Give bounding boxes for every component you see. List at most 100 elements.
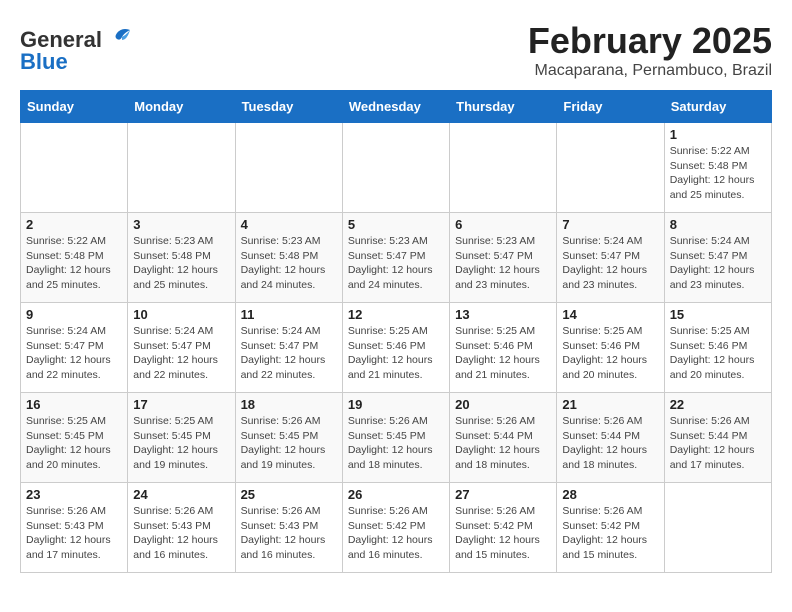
calendar-cell: 22 Sunrise: 5:26 AM Sunset: 5:44 PM Dayli… bbox=[664, 393, 771, 483]
day-number: 4 bbox=[241, 217, 337, 232]
calendar-cell: 10Sunrise: 5:24 AM Sunset: 5:47 PM Dayli… bbox=[128, 303, 235, 393]
calendar-cell: 6 Sunrise: 5:23 AM Sunset: 5:47 PM Daylig… bbox=[450, 213, 557, 303]
day-info: Sunrise: 5:25 AM Sunset: 5:45 PM Dayligh… bbox=[133, 414, 229, 473]
day-number: 13 bbox=[455, 307, 551, 322]
calendar-header-wednesday: Wednesday bbox=[342, 91, 449, 123]
logo-bird-icon bbox=[102, 25, 132, 55]
calendar-cell bbox=[664, 483, 771, 573]
calendar-cell: 17Sunrise: 5:25 AM Sunset: 5:45 PM Dayli… bbox=[128, 393, 235, 483]
day-info: Sunrise: 5:24 AM Sunset: 5:47 PM Dayligh… bbox=[133, 324, 229, 383]
day-number: 23 bbox=[26, 487, 122, 502]
day-info: Sunrise: 5:23 AM Sunset: 5:47 PM Dayligh… bbox=[455, 234, 551, 293]
day-number: 21 bbox=[562, 397, 658, 412]
day-info: Sunrise: 5:26 AM Sunset: 5:44 PM Dayligh… bbox=[670, 414, 766, 473]
day-number: 1 bbox=[670, 127, 766, 142]
day-number: 8 bbox=[670, 217, 766, 232]
day-info: Sunrise: 5:24 AM Sunset: 5:47 PM Dayligh… bbox=[241, 324, 337, 383]
calendar-cell: 19 Sunrise: 5:26 AM Sunset: 5:45 PM Dayli… bbox=[342, 393, 449, 483]
day-number: 14 bbox=[562, 307, 658, 322]
calendar-header-monday: Monday bbox=[128, 91, 235, 123]
day-info: Sunrise: 5:26 AM Sunset: 5:43 PM Dayligh… bbox=[133, 504, 229, 563]
logo: General Blue bbox=[20, 25, 132, 75]
day-number: 24 bbox=[133, 487, 229, 502]
calendar-header-row: SundayMondayTuesdayWednesdayThursdayFrid… bbox=[21, 91, 772, 123]
calendar-cell: 12 Sunrise: 5:25 AM Sunset: 5:46 PM Dayli… bbox=[342, 303, 449, 393]
calendar-week-row: 1Sunrise: 5:22 AM Sunset: 5:48 PM Daylig… bbox=[21, 123, 772, 213]
day-number: 25 bbox=[241, 487, 337, 502]
calendar-week-row: 23 Sunrise: 5:26 AM Sunset: 5:43 PM Dayli… bbox=[21, 483, 772, 573]
day-number: 6 bbox=[455, 217, 551, 232]
calendar-cell bbox=[450, 123, 557, 213]
calendar-cell: 23 Sunrise: 5:26 AM Sunset: 5:43 PM Dayli… bbox=[21, 483, 128, 573]
calendar-cell: 24 Sunrise: 5:26 AM Sunset: 5:43 PM Dayli… bbox=[128, 483, 235, 573]
calendar-cell: 9 Sunrise: 5:24 AM Sunset: 5:47 PM Daylig… bbox=[21, 303, 128, 393]
calendar-cell: 4 Sunrise: 5:23 AM Sunset: 5:48 PM Daylig… bbox=[235, 213, 342, 303]
day-number: 27 bbox=[455, 487, 551, 502]
day-info: Sunrise: 5:25 AM Sunset: 5:45 PM Dayligh… bbox=[26, 414, 122, 473]
day-info: Sunrise: 5:26 AM Sunset: 5:43 PM Dayligh… bbox=[26, 504, 122, 563]
day-info: Sunrise: 5:24 AM Sunset: 5:47 PM Dayligh… bbox=[670, 234, 766, 293]
day-number: 19 bbox=[348, 397, 444, 412]
day-info: Sunrise: 5:24 AM Sunset: 5:47 PM Dayligh… bbox=[562, 234, 658, 293]
calendar-cell: 1Sunrise: 5:22 AM Sunset: 5:48 PM Daylig… bbox=[664, 123, 771, 213]
calendar-cell: 27 Sunrise: 5:26 AM Sunset: 5:42 PM Dayli… bbox=[450, 483, 557, 573]
calendar-cell: 28 Sunrise: 5:26 AM Sunset: 5:42 PM Dayli… bbox=[557, 483, 664, 573]
calendar-cell: 3 Sunrise: 5:23 AM Sunset: 5:48 PM Daylig… bbox=[128, 213, 235, 303]
day-info: Sunrise: 5:26 AM Sunset: 5:45 PM Dayligh… bbox=[241, 414, 337, 473]
day-number: 9 bbox=[26, 307, 122, 322]
day-info: Sunrise: 5:22 AM Sunset: 5:48 PM Dayligh… bbox=[26, 234, 122, 293]
day-info: Sunrise: 5:25 AM Sunset: 5:46 PM Dayligh… bbox=[348, 324, 444, 383]
calendar-header-sunday: Sunday bbox=[21, 91, 128, 123]
day-info: Sunrise: 5:26 AM Sunset: 5:42 PM Dayligh… bbox=[348, 504, 444, 563]
page-title: February 2025 bbox=[20, 20, 772, 62]
day-info: Sunrise: 5:23 AM Sunset: 5:47 PM Dayligh… bbox=[348, 234, 444, 293]
calendar-cell: 20 Sunrise: 5:26 AM Sunset: 5:44 PM Dayli… bbox=[450, 393, 557, 483]
day-info: Sunrise: 5:23 AM Sunset: 5:48 PM Dayligh… bbox=[133, 234, 229, 293]
day-number: 22 bbox=[670, 397, 766, 412]
day-number: 18 bbox=[241, 397, 337, 412]
day-info: Sunrise: 5:26 AM Sunset: 5:45 PM Dayligh… bbox=[348, 414, 444, 473]
logo-blue: Blue bbox=[20, 49, 68, 75]
day-info: Sunrise: 5:26 AM Sunset: 5:44 PM Dayligh… bbox=[562, 414, 658, 473]
calendar-cell: 13 Sunrise: 5:25 AM Sunset: 5:46 PM Dayli… bbox=[450, 303, 557, 393]
calendar-cell: 11Sunrise: 5:24 AM Sunset: 5:47 PM Dayli… bbox=[235, 303, 342, 393]
calendar-cell bbox=[557, 123, 664, 213]
day-info: Sunrise: 5:23 AM Sunset: 5:48 PM Dayligh… bbox=[241, 234, 337, 293]
calendar-cell: 8 Sunrise: 5:24 AM Sunset: 5:47 PM Daylig… bbox=[664, 213, 771, 303]
day-info: Sunrise: 5:26 AM Sunset: 5:42 PM Dayligh… bbox=[562, 504, 658, 563]
day-number: 2 bbox=[26, 217, 122, 232]
page-subtitle: Macaparana, Pernambuco, Brazil bbox=[20, 62, 772, 80]
day-number: 12 bbox=[348, 307, 444, 322]
day-info: Sunrise: 5:24 AM Sunset: 5:47 PM Dayligh… bbox=[26, 324, 122, 383]
calendar-cell bbox=[128, 123, 235, 213]
page-header: February 2025 Macaparana, Pernambuco, Br… bbox=[20, 20, 772, 80]
day-number: 7 bbox=[562, 217, 658, 232]
day-number: 16 bbox=[26, 397, 122, 412]
calendar-cell: 25 Sunrise: 5:26 AM Sunset: 5:43 PM Dayli… bbox=[235, 483, 342, 573]
day-number: 3 bbox=[133, 217, 229, 232]
calendar-cell: 18 Sunrise: 5:26 AM Sunset: 5:45 PM Dayli… bbox=[235, 393, 342, 483]
calendar-week-row: 2 Sunrise: 5:22 AM Sunset: 5:48 PM Daylig… bbox=[21, 213, 772, 303]
calendar-cell bbox=[235, 123, 342, 213]
calendar-header-saturday: Saturday bbox=[664, 91, 771, 123]
day-number: 20 bbox=[455, 397, 551, 412]
day-number: 28 bbox=[562, 487, 658, 502]
calendar-table: SundayMondayTuesdayWednesdayThursdayFrid… bbox=[20, 90, 772, 573]
day-info: Sunrise: 5:26 AM Sunset: 5:44 PM Dayligh… bbox=[455, 414, 551, 473]
calendar-header-tuesday: Tuesday bbox=[235, 91, 342, 123]
day-info: Sunrise: 5:26 AM Sunset: 5:43 PM Dayligh… bbox=[241, 504, 337, 563]
calendar-cell: 21 Sunrise: 5:26 AM Sunset: 5:44 PM Dayli… bbox=[557, 393, 664, 483]
day-number: 26 bbox=[348, 487, 444, 502]
calendar-cell bbox=[342, 123, 449, 213]
day-info: Sunrise: 5:25 AM Sunset: 5:46 PM Dayligh… bbox=[455, 324, 551, 383]
calendar-cell: 7 Sunrise: 5:24 AM Sunset: 5:47 PM Daylig… bbox=[557, 213, 664, 303]
calendar-cell bbox=[21, 123, 128, 213]
calendar-cell: 2 Sunrise: 5:22 AM Sunset: 5:48 PM Daylig… bbox=[21, 213, 128, 303]
calendar-cell: 5Sunrise: 5:23 AM Sunset: 5:47 PM Daylig… bbox=[342, 213, 449, 303]
calendar-cell: 16 Sunrise: 5:25 AM Sunset: 5:45 PM Dayli… bbox=[21, 393, 128, 483]
calendar-cell: 15Sunrise: 5:25 AM Sunset: 5:46 PM Dayli… bbox=[664, 303, 771, 393]
day-info: Sunrise: 5:25 AM Sunset: 5:46 PM Dayligh… bbox=[670, 324, 766, 383]
calendar-week-row: 9 Sunrise: 5:24 AM Sunset: 5:47 PM Daylig… bbox=[21, 303, 772, 393]
day-info: Sunrise: 5:25 AM Sunset: 5:46 PM Dayligh… bbox=[562, 324, 658, 383]
day-info: Sunrise: 5:26 AM Sunset: 5:42 PM Dayligh… bbox=[455, 504, 551, 563]
